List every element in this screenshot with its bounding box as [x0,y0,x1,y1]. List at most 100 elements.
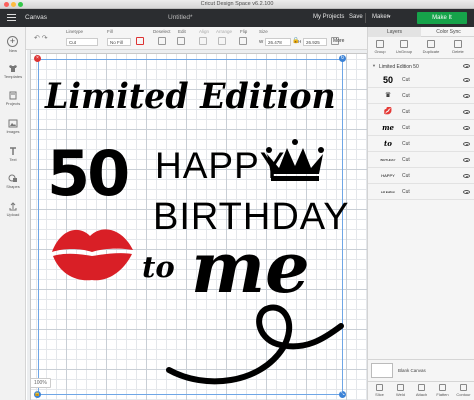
group-button[interactable]: Group [370,40,390,54]
left-sidebar: + New Templates Projects Images Text Sha… [0,27,26,400]
eye-icon[interactable] [463,78,470,82]
chevron-down-icon[interactable]: ▼ [372,63,376,68]
layer-row[interactable]: HAPPY Cut [368,168,474,184]
design-text-limited-edition[interactable]: Limited Edition [45,76,336,117]
sidebar-item-shapes[interactable]: Shapes [0,174,26,189]
design-text-to[interactable]: to [142,250,175,284]
deselect-icon[interactable] [158,37,166,45]
duplicate-icon [427,40,435,48]
ungroup-icon [400,40,408,48]
blank-canvas-row[interactable]: Blank Canvas [368,359,474,381]
sidebar-item-upload[interactable]: Upload [0,202,26,217]
duplicate-button[interactable]: Duplicate [421,40,441,54]
linetype-label: Linetype [66,29,84,34]
undo-redo-icons[interactable]: ↶ ↷ [34,34,48,42]
zoom-control[interactable]: 100% [30,378,51,388]
layer-thumbnail: HAPPY [381,173,395,178]
fill-select[interactable]: No Fill [107,38,131,46]
size-height-input[interactable]: 26.925 [303,38,327,46]
eye-icon[interactable] [463,158,470,162]
tab-layers[interactable]: Layers [368,27,421,37]
layer-row[interactable]: 50 Cut [368,72,474,88]
delete-handle-icon[interactable]: × [34,55,41,62]
layer-group-row[interactable]: ▼ Limited Edition 50 [368,61,474,72]
layer-operation: Cut [402,189,410,195]
layer-thumbnail: Ltd Edition [380,190,396,194]
contour-button[interactable]: Contour [453,384,474,397]
trash-icon [454,40,462,48]
linetype-select[interactable]: Cut [66,38,98,46]
layer-operation: Cut [402,157,410,163]
shapes-icon [8,174,18,183]
layer-thumbnail: BIRTHDAY [380,158,396,162]
layer-thumbnail: ♛ [384,92,392,99]
arrange-icon[interactable] [218,37,226,45]
new-plus-icon[interactable]: + [7,36,18,47]
edit-icon[interactable] [177,37,185,45]
design-canvas[interactable]: × ↻ 🔒 ⤡ Limited Edition 50 HAPPY BIRTHDA… [27,50,367,400]
delete-button[interactable]: Delete [448,40,468,54]
weld-icon [397,384,404,391]
tab-color-sync[interactable]: Color Sync [422,27,474,37]
layer-operation: Cut [402,77,410,83]
eye-icon[interactable] [463,94,470,98]
layer-thumbnail: 💋 [383,108,393,115]
layer-row[interactable]: to Cut [368,136,474,152]
design-text-me[interactable]: me [191,226,310,309]
crown-icon[interactable] [263,138,327,183]
layer-row[interactable]: ♛ Cut [368,88,474,104]
layer-operation: Cut [402,173,410,179]
sidebar-item-templates[interactable]: Templates [0,64,26,79]
sidebar-item-text[interactable]: Text [0,147,26,162]
deselect-button[interactable]: Deselect [153,29,171,34]
layer-row[interactable]: BIRTHDAY Cut [368,152,474,168]
eye-icon[interactable] [463,110,470,114]
more-button[interactable]: More [333,38,344,44]
rotate-handle-icon[interactable]: ↻ [339,55,346,62]
canvas-color-swatch[interactable] [371,363,393,378]
sidebar-item-new[interactable]: New [0,48,26,53]
arrange-label: Arrange [216,29,233,34]
align-icon[interactable] [199,37,207,45]
slice-button[interactable]: Slice [369,384,390,397]
my-projects-link[interactable]: My Projects [313,14,344,20]
machine-selector[interactable]: Maker [372,14,389,20]
sidebar-item-projects[interactable]: Projects [0,91,26,106]
make-it-button[interactable]: Make It [417,12,467,24]
menu-icon[interactable] [7,14,16,22]
ungroup-button[interactable]: UnGroup [394,40,414,54]
chevron-down-icon[interactable]: ▾ [388,14,391,20]
panel-tabs: Layers Color Sync [368,27,474,37]
flatten-button[interactable]: Flatten [432,384,453,397]
eye-icon[interactable] [463,190,470,194]
align-label: Align [199,29,210,34]
design-text-50[interactable]: 50 [47,137,130,210]
save-button[interactable]: Save [349,14,363,20]
edit-label: Edit [178,29,186,34]
flip-icon[interactable] [239,37,247,45]
layer-row[interactable]: 💋 Cut [368,104,474,120]
weld-button[interactable]: Weld [390,384,411,397]
flatten-icon [439,384,446,391]
flip-label: Flip [240,29,248,34]
group-icon [376,40,384,48]
eye-icon[interactable] [463,64,470,68]
size-width-input[interactable]: 26.478 [265,38,291,46]
section-title: Canvas [25,14,48,21]
eye-icon[interactable] [463,174,470,178]
layer-operation: Cut [402,109,410,115]
contour-icon [460,384,467,391]
lock-handle-icon[interactable]: 🔒 [34,391,41,398]
pen-color-icon[interactable] [136,37,144,45]
lips-icon[interactable] [50,222,135,284]
swirl-flourish-icon[interactable] [165,298,345,398]
layer-thumbnail: me [382,123,394,132]
eye-icon[interactable] [463,142,470,146]
sidebar-item-images[interactable]: Images [0,119,26,134]
upload-icon [8,202,18,211]
layer-row[interactable]: Ltd Edition Cut [368,184,474,200]
layer-row[interactable]: me Cut [368,120,474,136]
eye-icon[interactable] [463,126,470,130]
attach-button[interactable]: Attach [411,384,432,397]
layer-operation: Cut [402,125,410,131]
